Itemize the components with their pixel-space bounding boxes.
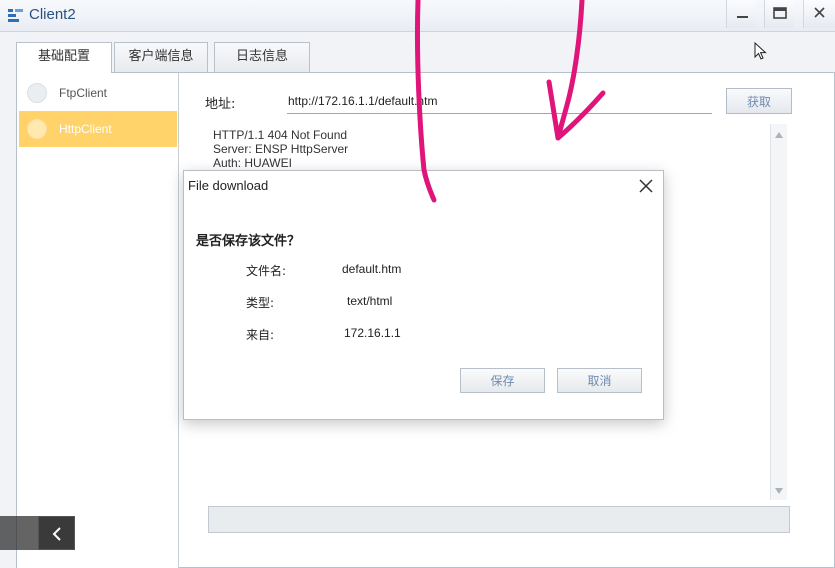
cancel-button[interactable]: 取消 [557, 368, 642, 393]
tab-log-info[interactable]: 日志信息 [214, 42, 310, 72]
address-input[interactable] [287, 88, 712, 114]
filename-label: 文件名: [246, 264, 287, 278]
from-label: 来自: [246, 328, 275, 342]
scroll-up-icon[interactable] [775, 132, 783, 138]
dialog-question: 是否保存该文件？ [196, 234, 301, 249]
tab-basic-config[interactable]: 基础配置 [16, 42, 112, 73]
sidebar-item-httpclient[interactable]: HttpClient [19, 111, 177, 147]
collapse-button[interactable] [38, 516, 75, 550]
response-scrollbar[interactable] [770, 124, 787, 500]
sidebar-item-label: HttpClient [59, 122, 112, 136]
filename-value: default.htm [342, 262, 402, 276]
window-close-button[interactable] [803, 0, 835, 28]
tab-client-info[interactable]: 客户端信息 [114, 42, 208, 72]
chevron-left-icon [52, 527, 61, 541]
sidebar: FtpClient HttpClient [17, 73, 179, 568]
dialog-close-button[interactable] [635, 175, 657, 197]
fetch-button[interactable]: 获取 [726, 88, 792, 114]
app-icon [8, 9, 23, 22]
client-icon [27, 83, 47, 103]
response-line: Server: ENSP HttpServer [213, 142, 349, 156]
sidebar-item-ftpclient[interactable]: FtpClient [19, 75, 177, 111]
save-button[interactable]: 保存 [460, 368, 545, 393]
dialog-title: File download [188, 178, 269, 193]
sidebar-item-label: FtpClient [59, 86, 108, 100]
address-label: 地址: [205, 97, 236, 112]
response-line: HTTP/1.1 404 Not Found [213, 128, 348, 142]
window-title: Client2 [29, 6, 76, 23]
close-icon [639, 179, 653, 193]
file-download-dialog: File download 是否保存该文件？ 文件名: default.htm … [183, 170, 664, 420]
response-text: HTTP/1.1 404 Not Found Server: ENSP Http… [213, 128, 763, 170]
maximize-icon [773, 7, 787, 19]
client-icon [27, 119, 47, 139]
minimize-icon [737, 16, 748, 18]
overlay-strip [0, 516, 38, 550]
title-bar: Client2 [0, 0, 835, 32]
from-value: 172.16.1.1 [344, 326, 401, 340]
status-bar [208, 506, 790, 533]
response-line: Auth: HUAWEI [213, 156, 292, 170]
close-icon [814, 7, 825, 18]
minimize-button[interactable] [726, 0, 756, 28]
scroll-down-icon[interactable] [775, 488, 783, 494]
maximize-button[interactable] [764, 0, 794, 28]
type-label: 类型: [246, 296, 275, 310]
mouse-cursor-icon [754, 42, 767, 60]
type-value: text/html [347, 294, 393, 308]
